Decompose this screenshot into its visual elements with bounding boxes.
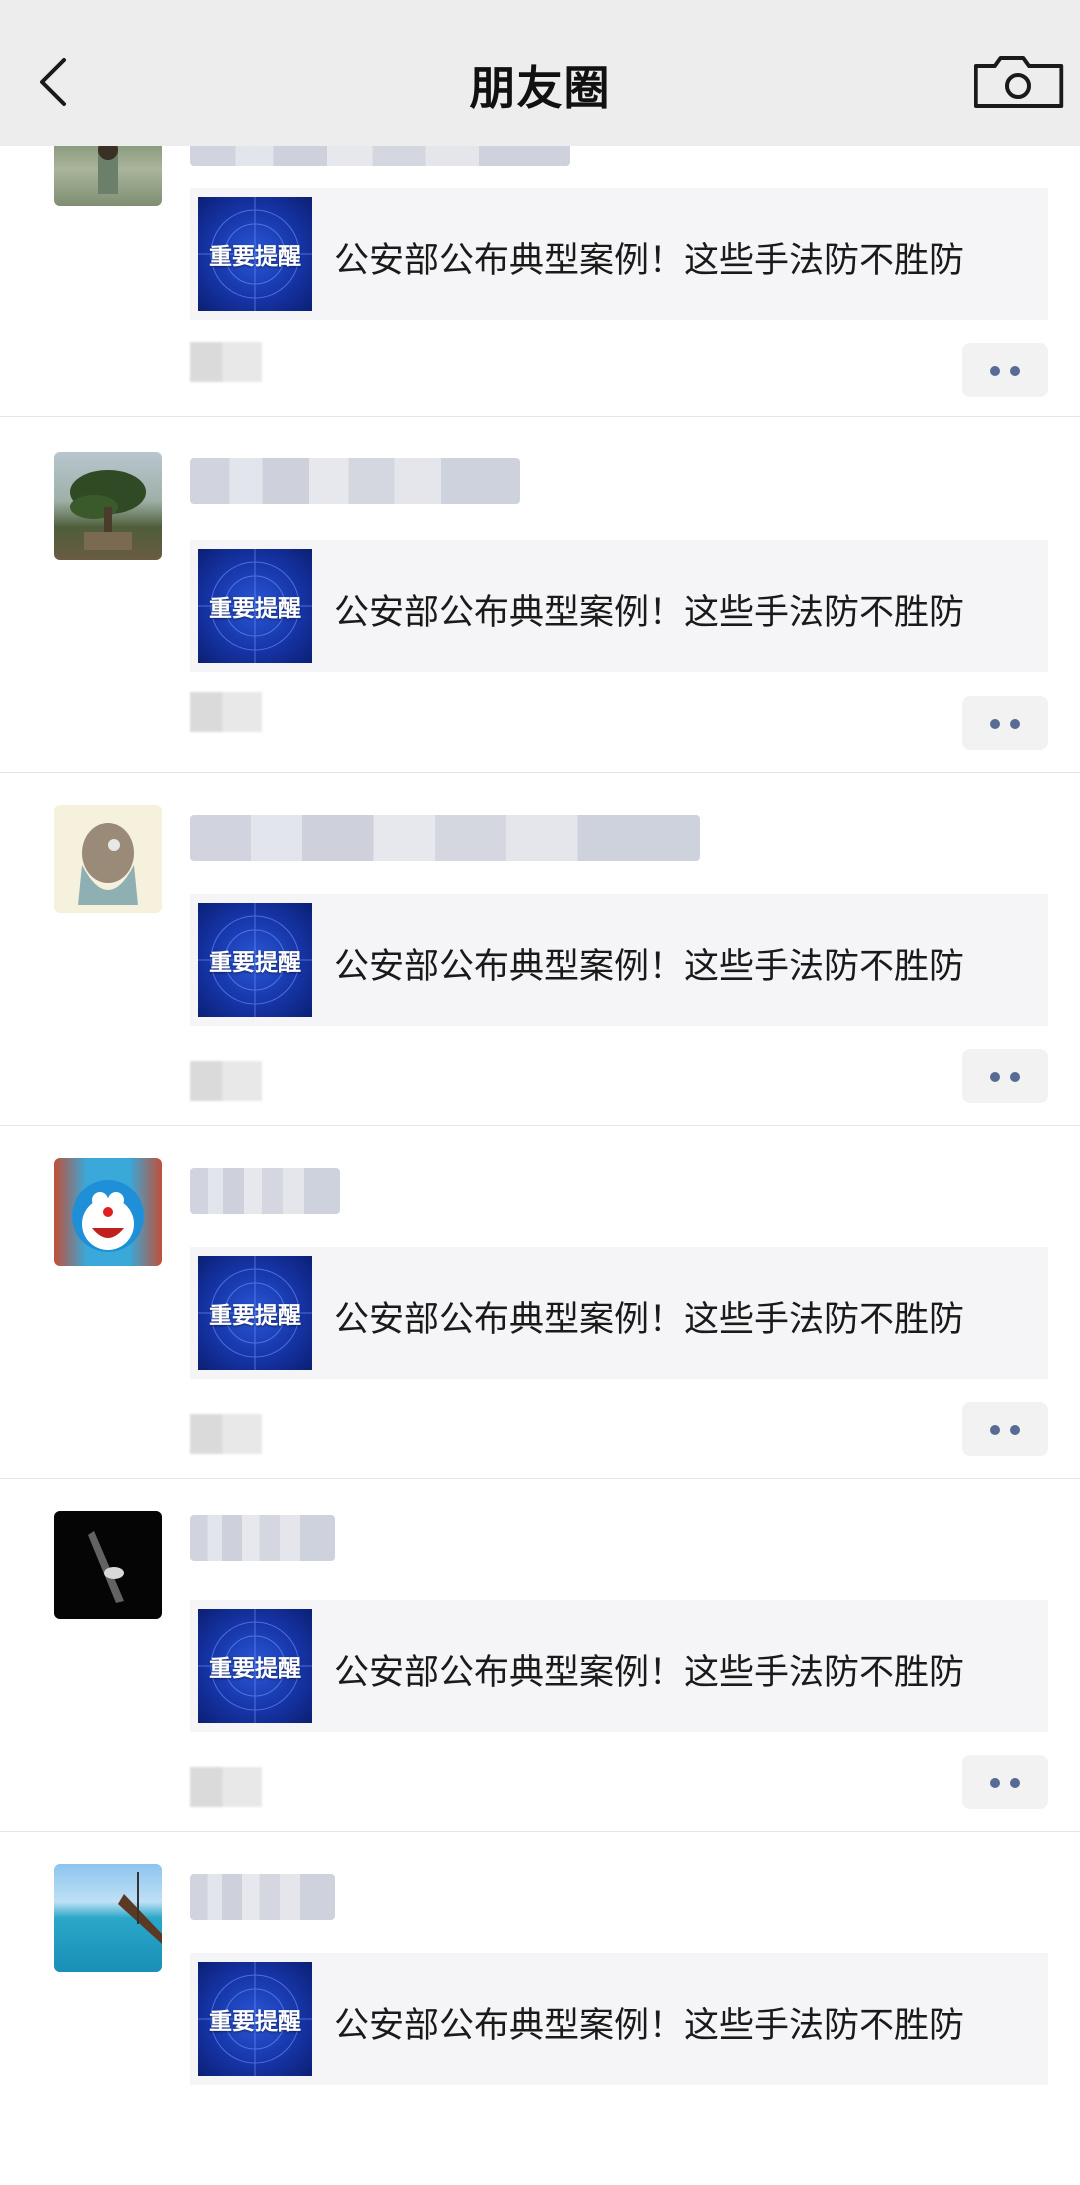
more-actions-button[interactable] (962, 1755, 1048, 1809)
card-title: 公安部公布典型案例！这些手法防不胜防 (334, 593, 965, 633)
moment-post: 重要提醒 公安部公布典型案例！这些手法防不胜防 (0, 1126, 1080, 1479)
card-thumbnail: 重要提醒 (198, 197, 312, 311)
camera-button[interactable] (973, 52, 1074, 112)
link-card[interactable]: 重要提醒 公安部公布典型案例！这些手法防不胜防 (190, 894, 1048, 1026)
dot-icon (990, 1072, 1000, 1082)
dot-icon (1010, 366, 1020, 376)
card-thumbnail: 重要提醒 (198, 1256, 312, 1370)
dot-icon (990, 1778, 1000, 1788)
card-title: 公安部公布典型案例！这些手法防不胜防 (334, 2006, 965, 2046)
card-thumb-label: 重要提醒 (209, 596, 301, 622)
nickname-blurred[interactable] (190, 815, 700, 861)
link-card[interactable]: 重要提醒 公安部公布典型案例！这些手法防不胜防 (190, 1953, 1048, 2085)
nickname-blurred[interactable] (190, 1168, 340, 1214)
link-card[interactable]: 重要提醒 公安部公布典型案例！这些手法防不胜防 (190, 188, 1048, 320)
dot-icon (1010, 1425, 1020, 1435)
timestamp-blurred (190, 342, 262, 382)
moments-feed: 重要提醒 公安部公布典型案例！这些手法防不胜防 重要提醒 公安部公布典型案例！这… (0, 0, 1080, 2119)
card-thumb-label: 重要提醒 (209, 1656, 301, 1682)
card-thumbnail: 重要提醒 (198, 549, 312, 663)
nickname-blurred[interactable] (190, 1515, 335, 1561)
moment-post: 重要提醒 公安部公布典型案例！这些手法防不胜防 (0, 1479, 1080, 1832)
card-thumb-label: 重要提醒 (209, 950, 301, 976)
timestamp-blurred (190, 1414, 262, 1454)
avatar[interactable] (54, 1158, 162, 1266)
card-thumbnail: 重要提醒 (198, 1962, 312, 2076)
link-card[interactable]: 重要提醒 公安部公布典型案例！这些手法防不胜防 (190, 1600, 1048, 1732)
more-actions-button[interactable] (962, 696, 1048, 750)
moment-post: 重要提醒 公安部公布典型案例！这些手法防不胜防 (0, 773, 1080, 1126)
top-navbar: 朋友圈 (0, 0, 1080, 146)
card-thumb-label: 重要提醒 (209, 244, 301, 270)
avatar[interactable] (54, 1511, 162, 1619)
camera-icon (973, 56, 1064, 108)
timestamp-blurred (190, 1767, 262, 1807)
card-title: 公安部公布典型案例！这些手法防不胜防 (334, 241, 965, 281)
card-thumb-label: 重要提醒 (209, 2009, 301, 2035)
card-title: 公安部公布典型案例！这些手法防不胜防 (334, 947, 965, 987)
card-title: 公安部公布典型案例！这些手法防不胜防 (334, 1300, 965, 1340)
link-card[interactable]: 重要提醒 公安部公布典型案例！这些手法防不胜防 (190, 1247, 1048, 1379)
card-thumb-label: 重要提醒 (209, 1303, 301, 1329)
dot-icon (990, 366, 1000, 376)
more-actions-button[interactable] (962, 1402, 1048, 1456)
avatar[interactable] (54, 452, 162, 560)
dot-icon (1010, 1778, 1020, 1788)
page-title: 朋友圈 (469, 61, 611, 115)
more-actions-button[interactable] (962, 1049, 1048, 1103)
nickname-blurred[interactable] (190, 458, 520, 504)
avatar[interactable] (54, 1864, 162, 1972)
more-actions-button[interactable] (962, 343, 1048, 397)
moment-post: 重要提醒 公安部公布典型案例！这些手法防不胜防 (0, 1832, 1080, 2185)
timestamp-blurred (190, 1061, 262, 1101)
card-title: 公安部公布典型案例！这些手法防不胜防 (334, 1653, 965, 1693)
dot-icon (990, 719, 1000, 729)
nickname-blurred[interactable] (190, 1874, 335, 1920)
avatar[interactable] (54, 144, 162, 206)
link-card[interactable]: 重要提醒 公安部公布典型案例！这些手法防不胜防 (190, 540, 1048, 672)
avatar[interactable] (54, 805, 162, 913)
dot-icon (990, 1425, 1000, 1435)
dot-icon (1010, 719, 1020, 729)
timestamp-blurred (190, 692, 262, 732)
card-thumbnail: 重要提醒 (198, 903, 312, 1017)
card-thumbnail: 重要提醒 (198, 1609, 312, 1723)
dot-icon (1010, 1072, 1020, 1082)
moment-post: 重要提醒 公安部公布典型案例！这些手法防不胜防 (0, 420, 1080, 773)
